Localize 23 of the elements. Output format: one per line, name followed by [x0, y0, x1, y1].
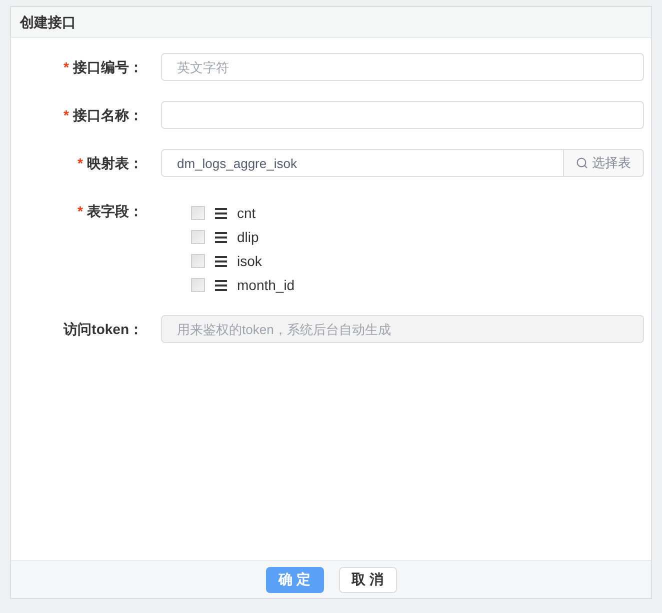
- search-icon: [576, 157, 588, 169]
- input-field[interactable]: dm_logs_aggre_isok: [161, 149, 564, 177]
- dialog-title: 创建接口: [20, 12, 76, 32]
- field-label: 接口编号：: [73, 58, 143, 76]
- cancel-button[interactable]: 取 消: [338, 566, 396, 592]
- input-field[interactable]: [161, 101, 644, 129]
- drag-handle-icon[interactable]: [215, 280, 227, 290]
- drag-handle-icon[interactable]: [215, 208, 227, 218]
- field-label: 映射表：: [87, 154, 143, 172]
- required-asterisk: *: [78, 154, 83, 172]
- column-name: cnt: [237, 204, 256, 222]
- drag-handle-icon[interactable]: [215, 232, 227, 242]
- column-name: isok: [237, 252, 262, 270]
- field-label: 表字段：: [87, 202, 143, 220]
- drag-handle-icon[interactable]: [215, 256, 227, 266]
- field-label: 访问token：: [64, 320, 143, 338]
- required-asterisk: *: [64, 106, 69, 124]
- required-asterisk: *: [78, 202, 83, 220]
- column-name: month_id: [237, 276, 295, 295]
- required-asterisk: *: [64, 58, 69, 76]
- column-name: dlip: [237, 228, 259, 247]
- field-label: 接口名称：: [73, 106, 143, 124]
- input-field[interactable]: 英文字符: [161, 53, 644, 81]
